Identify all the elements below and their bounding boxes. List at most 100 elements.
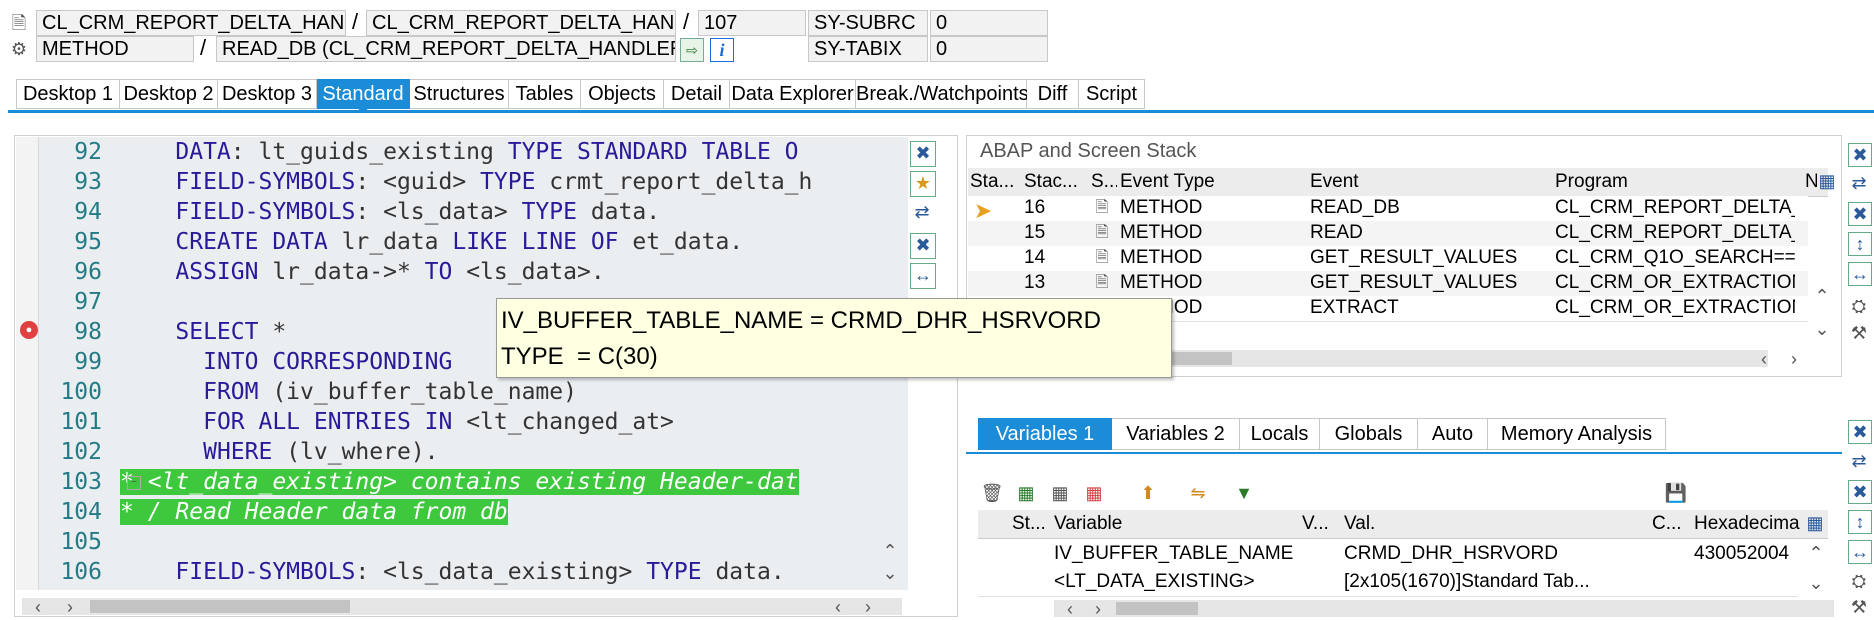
scroll-left-icon[interactable]: ‹ xyxy=(830,596,846,617)
table-settings-icon[interactable]: ▦ xyxy=(1803,512,1827,536)
tab-objects[interactable]: Objects xyxy=(581,79,664,109)
resize-horizontal-icon[interactable]: ↔ xyxy=(910,263,936,289)
scroll-up-icon[interactable]: ⌃ xyxy=(1806,542,1826,563)
stack-col-event-type[interactable]: Event Type xyxy=(1120,168,1300,196)
program-field-1[interactable]: CL_CRM_REPORT_DELTA_HANDLER_R... xyxy=(36,10,346,36)
info-icon[interactable]: i xyxy=(710,38,734,62)
tab-auto[interactable]: Auto xyxy=(1418,418,1488,450)
settings-icon[interactable]: ⛭ xyxy=(1848,570,1870,592)
tab-memory-analysis[interactable]: Memory Analysis xyxy=(1488,418,1666,450)
gear-icon[interactable]: ⚙ xyxy=(8,38,30,60)
close-icon[interactable]: ✖ xyxy=(910,141,936,167)
scroll-right-icon[interactable]: › xyxy=(1090,598,1106,619)
program-field-2[interactable]: CL_CRM_REPORT_DELTA_HANDLER_R... xyxy=(366,10,676,36)
maximize-icon[interactable]: ✖ xyxy=(1848,202,1872,226)
tab-detail[interactable]: Detail xyxy=(664,79,730,109)
tab-globals[interactable]: Globals xyxy=(1320,418,1418,450)
code-line[interactable]: 104 * / Read Header data from db xyxy=(60,497,908,527)
variable-value-cell[interactable]: CRMD_DHR_HSRVORD xyxy=(1344,540,1644,568)
scroll-up-icon[interactable]: ⌃ xyxy=(880,540,900,561)
swap-icon[interactable]: ⇄ xyxy=(1848,172,1870,194)
close-icon[interactable]: ✖ xyxy=(1848,420,1872,444)
save-icon[interactable]: 💾 xyxy=(1664,482,1688,506)
resize-vertical-icon[interactable]: ↕ xyxy=(1848,510,1872,534)
sy-subrc-value[interactable]: 0 xyxy=(930,10,1048,36)
tool-icon[interactable]: ⚒ xyxy=(1848,596,1870,618)
resize-vertical-icon[interactable]: ↕ xyxy=(1848,232,1872,256)
code-line[interactable]: 100 FROM (iv_buffer_table_name) xyxy=(38,377,898,407)
collapse-icon[interactable]: − xyxy=(127,476,141,490)
var-col-hex[interactable]: Hexadecima xyxy=(1694,510,1812,538)
var-col-status[interactable]: St... xyxy=(1012,510,1052,538)
variables-scroll-thumb[interactable] xyxy=(1116,602,1198,615)
sy-tabix-value[interactable]: 0 xyxy=(930,36,1048,62)
code-line[interactable]: 103 * <lt_data_existing> contains existin… xyxy=(60,467,908,497)
variable-name-cell[interactable]: IV_BUFFER_TABLE_NAME xyxy=(1054,540,1294,568)
resize-horizontal-icon[interactable]: ↔ xyxy=(1848,262,1872,286)
scroll-right-icon[interactable]: › xyxy=(62,596,78,617)
scroll-down-icon[interactable]: ⌄ xyxy=(1812,318,1832,339)
stack-col-status[interactable]: Sta... xyxy=(970,168,1020,196)
table-view-icon[interactable]: ▦ xyxy=(1014,482,1038,506)
var-col-variable[interactable]: Variable xyxy=(1054,510,1294,538)
scroll-up-icon[interactable]: ⌃ xyxy=(1812,285,1832,306)
scroll-down-icon[interactable]: ⌄ xyxy=(880,562,900,583)
scroll-right-icon[interactable]: › xyxy=(1786,348,1802,369)
routine-field[interactable]: READ_DB (CL_CRM_REPORT_DELTA_HANDLER_R) xyxy=(216,36,676,62)
resize-horizontal-icon[interactable]: ↔ xyxy=(1848,540,1872,564)
code-line[interactable]: 96 ASSIGN lr_data->* TO <ls_data>. xyxy=(38,257,898,287)
stack-col-s[interactable]: S... xyxy=(1091,168,1117,196)
stack-col-level[interactable]: Stac... xyxy=(1024,168,1086,196)
tab-script[interactable]: Script xyxy=(1079,79,1145,109)
code-line[interactable]: 107 LOOP AT <lt_data_existing> ASSIGNING… xyxy=(38,587,898,590)
tab-variables-1[interactable]: Variables 1 xyxy=(978,418,1112,450)
maximize-icon[interactable]: ✖ xyxy=(910,233,936,259)
jump-icon[interactable]: ⇨ xyxy=(680,38,704,62)
settings-icon[interactable]: ⛭ xyxy=(1848,295,1870,317)
variable-hex-cell[interactable]: 430052004 xyxy=(1694,540,1802,568)
code-line[interactable]: 106 FIELD-SYMBOLS: <ls_data_existing> TY… xyxy=(38,557,898,587)
code-line[interactable]: 105 xyxy=(38,527,898,557)
table-settings-icon[interactable]: ▦ xyxy=(1815,170,1839,194)
tab-tables[interactable]: Tables xyxy=(509,79,581,109)
event-type-field[interactable]: METHOD xyxy=(36,36,194,62)
tab-data-explorer[interactable]: Data Explorer xyxy=(730,79,856,109)
variable-name-cell[interactable]: <LT_DATA_EXISTING> xyxy=(1054,568,1294,596)
scroll-left-icon[interactable]: ‹ xyxy=(30,596,46,617)
scroll-left-icon[interactable]: ‹ xyxy=(1756,348,1772,369)
structure-view-icon[interactable]: ▦ xyxy=(1048,482,1072,506)
tab-standard[interactable]: Standard xyxy=(317,79,410,109)
delete-icon[interactable]: 🗑 xyxy=(980,482,1004,506)
scroll-right-icon[interactable]: › xyxy=(860,596,876,617)
expand-icon[interactable]: ⬆ xyxy=(1136,482,1160,506)
code-line[interactable]: 92 DATA: lt_guids_existing TYPE STANDARD… xyxy=(38,137,898,167)
tab-variables-2[interactable]: Variables 2 xyxy=(1112,418,1240,450)
split-icon[interactable]: ⇋ xyxy=(1184,482,1212,506)
var-col-v[interactable]: V... xyxy=(1302,510,1338,538)
tool-icon[interactable]: ⚒ xyxy=(1848,322,1870,344)
close-icon[interactable]: ✖ xyxy=(1848,143,1872,167)
tab-desktop-1[interactable]: Desktop 1 xyxy=(16,79,120,109)
tab-diff[interactable]: Diff xyxy=(1027,79,1079,109)
code-line[interactable]: 102 WHERE (lv_where). xyxy=(38,437,898,467)
breakpoint-icon[interactable]: ● xyxy=(20,321,38,339)
stack-col-program[interactable]: Program xyxy=(1555,168,1795,196)
tab-structures[interactable]: Structures xyxy=(410,79,509,109)
tab-breakpoints[interactable]: Break./Watchpoints xyxy=(856,79,1029,109)
variable-value-cell[interactable]: [2x105(1670)]Standard Tab... xyxy=(1344,568,1644,596)
swap-icon[interactable]: ⇄ xyxy=(910,201,934,225)
code-line[interactable]: 101 FOR ALL ENTRIES IN <lt_changed_at> xyxy=(38,407,898,437)
swap-icon[interactable]: ⇄ xyxy=(1848,450,1870,472)
var-col-value[interactable]: Val. xyxy=(1344,510,1644,538)
new-window-icon[interactable]: ★ xyxy=(910,171,936,197)
scroll-left-icon[interactable]: ‹ xyxy=(1062,598,1078,619)
line-number-field[interactable]: 107 xyxy=(698,10,806,36)
var-col-c[interactable]: C... xyxy=(1652,510,1688,538)
tab-locals[interactable]: Locals xyxy=(1240,418,1320,450)
remove-row-icon[interactable]: ▦ xyxy=(1082,482,1106,506)
code-line[interactable]: 94 FIELD-SYMBOLS: <ls_data> TYPE data. xyxy=(38,197,898,227)
editor-scroll-thumb[interactable] xyxy=(90,600,350,613)
tab-desktop-3[interactable]: Desktop 3 xyxy=(218,79,317,109)
tab-desktop-2[interactable]: Desktop 2 xyxy=(120,79,218,109)
code-line[interactable]: 93 FIELD-SYMBOLS: <guid> TYPE crmt_repor… xyxy=(38,167,898,197)
